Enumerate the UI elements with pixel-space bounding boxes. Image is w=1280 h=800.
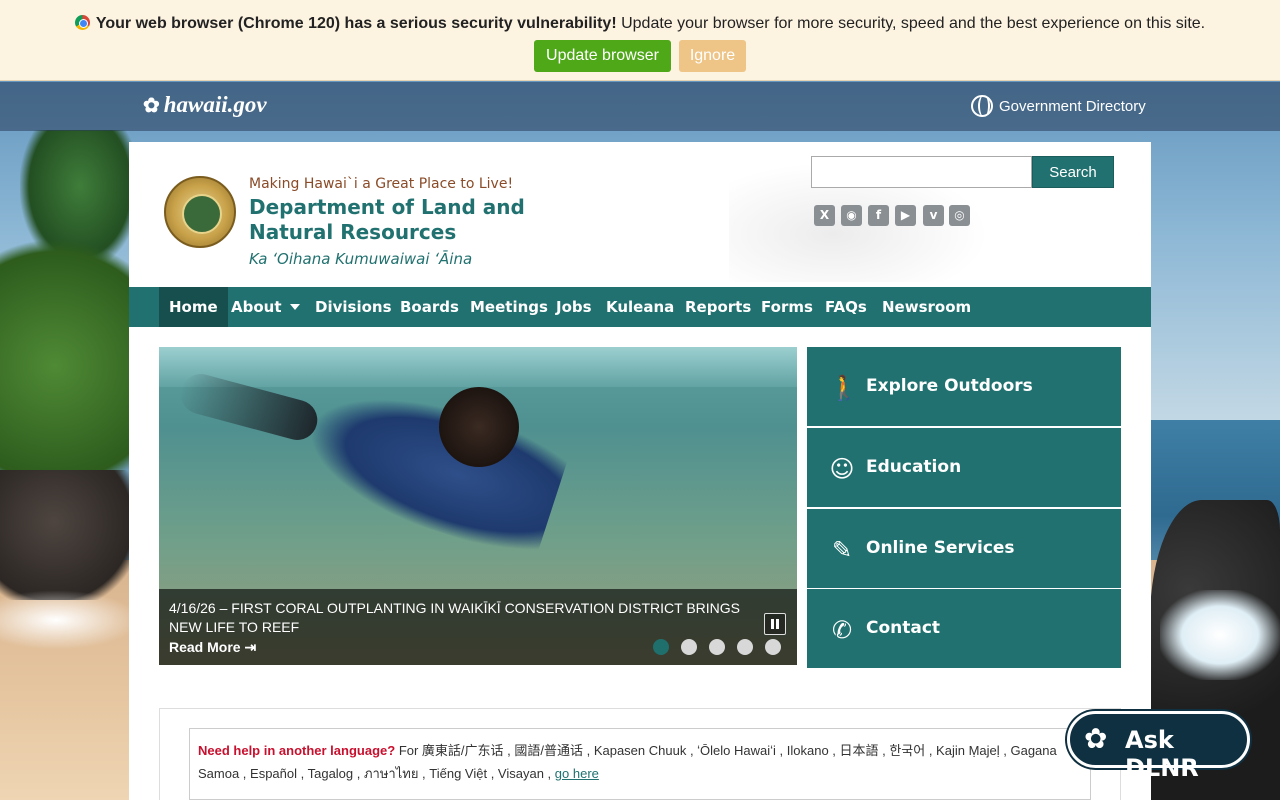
diver-head xyxy=(439,387,519,467)
tile-contact[interactable]: ✆ Contact xyxy=(807,589,1121,668)
nav-reports[interactable]: Reports xyxy=(685,287,751,327)
browser-update-banner: Your web browser (Chrome 120) has a seri… xyxy=(0,0,1280,81)
main-card: Making Hawai`i a Great Place to Live! De… xyxy=(129,142,1151,800)
chrome-icon xyxy=(74,15,90,30)
tile-label: Online Services xyxy=(866,538,1015,558)
youtube-icon[interactable]: ▶ xyxy=(895,205,916,226)
nav-about[interactable]: About xyxy=(231,287,300,327)
rss-icon[interactable]: ◉ xyxy=(841,205,862,226)
hibiscus-icon: ✿ xyxy=(143,95,160,117)
government-directory-link[interactable]: Government Directory xyxy=(971,95,1146,117)
x-icon[interactable]: X xyxy=(814,205,835,226)
slide-dot[interactable] xyxy=(765,639,781,655)
computer-user-icon: ✎ xyxy=(831,536,853,564)
slide-caption-panel: 4/16/26 – First Coral Outplanting in Wai… xyxy=(159,589,797,665)
shore-rock xyxy=(0,470,135,600)
search-input[interactable] xyxy=(811,156,1032,188)
banner-detail: Update your browser for more security, s… xyxy=(616,15,1206,32)
hawaii-gov-text: hawaii.gov xyxy=(163,92,267,117)
language-go-here-link[interactable]: go here xyxy=(555,766,599,781)
nav-about-label: About xyxy=(231,298,282,316)
nav-jobs[interactable]: Jobs xyxy=(556,287,592,327)
department-title[interactable]: Department of Land and Natural Resources xyxy=(249,195,609,245)
diver-body xyxy=(296,371,572,563)
tile-label: Education xyxy=(866,457,962,477)
slide-dot[interactable] xyxy=(709,639,725,655)
tile-explore-outdoors[interactable]: 🚶 Explore Outdoors xyxy=(807,347,1121,426)
site-header: Making Hawai`i a Great Place to Live! De… xyxy=(129,142,1151,287)
hiker-icon: 🚶 xyxy=(829,374,859,402)
read-more-link[interactable]: Read More ⇥ xyxy=(169,639,256,656)
nav-faqs[interactable]: FAQs xyxy=(825,287,867,327)
main-nav: Home About Divisions Boards Meetings Job… xyxy=(129,287,1151,327)
banner-message: Your web browser (Chrome 120) has a seri… xyxy=(0,15,1280,33)
nav-divisions[interactable]: Divisions xyxy=(315,287,392,327)
hibiscus-icon: ✿ xyxy=(1084,723,1108,754)
news-slideshow[interactable]: 4/16/26 – First Coral Outplanting in Wai… xyxy=(159,347,797,665)
phone-icon: ✆ xyxy=(831,616,853,644)
facebook-icon[interactable]: f xyxy=(868,205,889,226)
chevron-down-icon xyxy=(289,304,300,310)
hawaiian-name: Ka ʻOihana Kumuwaiwai ʻĀina xyxy=(249,250,473,268)
sea-foam xyxy=(1160,590,1280,680)
nav-home[interactable]: Home xyxy=(159,287,228,327)
globe-icon xyxy=(971,95,993,117)
slide-dot[interactable] xyxy=(737,639,753,655)
government-directory-label: Government Directory xyxy=(999,98,1146,115)
ignore-button[interactable]: Ignore xyxy=(679,40,746,72)
tile-education[interactable]: ☺ Education xyxy=(807,428,1121,507)
tile-label: Contact xyxy=(866,618,941,638)
ask-dlnr-button[interactable]: ✿ Ask DLNR xyxy=(1067,711,1250,782)
language-help-heading: Need help in another language? xyxy=(198,743,396,758)
search-button[interactable]: Search xyxy=(1032,156,1114,188)
slide-caption[interactable]: 4/16/26 – First Coral Outplanting in Wai… xyxy=(169,599,769,637)
tagline: Making Hawai`i a Great Place to Live! xyxy=(249,176,514,192)
ask-dlnr-label: Ask DLNR xyxy=(1125,726,1199,782)
read-more-label: Read More xyxy=(169,639,241,655)
state-seal-logo[interactable] xyxy=(164,176,236,248)
vimeo-icon[interactable]: v xyxy=(923,205,944,226)
nav-kuleana[interactable]: Kuleana xyxy=(606,287,674,327)
slide-dot[interactable] xyxy=(653,639,669,655)
language-help-box: Need help in another language? For 廣東話/广… xyxy=(189,728,1091,800)
update-browser-button[interactable]: Update browser xyxy=(534,40,671,72)
nav-forms[interactable]: Forms xyxy=(761,287,813,327)
pause-button[interactable] xyxy=(764,613,786,635)
student-icon: ☺ xyxy=(829,455,855,483)
wave-foam xyxy=(0,590,140,650)
hawaii-gov-logo[interactable]: ✿ hawaii.gov xyxy=(143,92,267,118)
water-surface xyxy=(159,347,797,387)
nav-newsroom[interactable]: Newsroom xyxy=(882,287,971,327)
tile-label: Explore Outdoors xyxy=(866,376,1033,396)
tile-online-services[interactable]: ✎ Online Services xyxy=(807,509,1121,588)
nav-boards[interactable]: Boards xyxy=(400,287,459,327)
slide-dot[interactable] xyxy=(681,639,697,655)
banner-warning: Your web browser (Chrome 120) has a seri… xyxy=(95,15,617,32)
gov-bar: ✿ hawaii.gov Government Directory xyxy=(0,82,1280,131)
instagram-icon[interactable]: ◎ xyxy=(949,205,970,226)
sign-in-icon: ⇥ xyxy=(244,639,257,655)
nav-meetings[interactable]: Meetings xyxy=(470,287,548,327)
